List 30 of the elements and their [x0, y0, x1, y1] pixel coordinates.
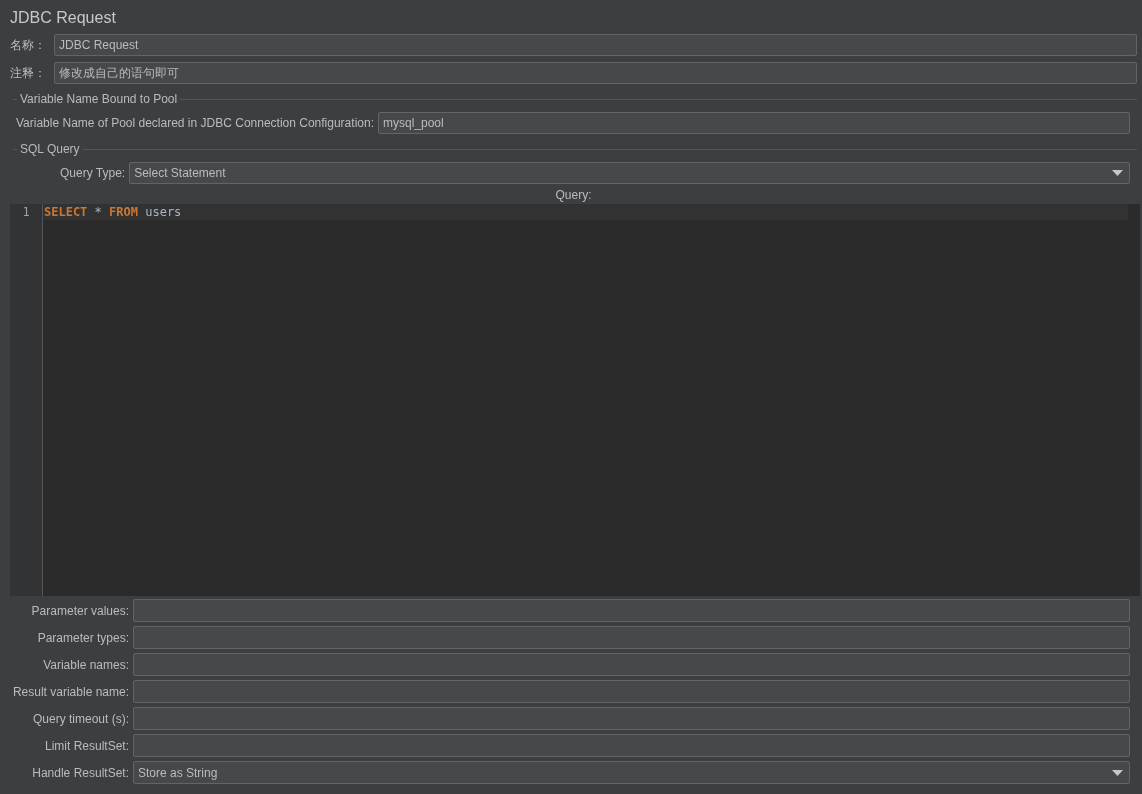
- field-label: 注释：: [10, 66, 47, 80]
- field-label: Variable Name of Pool declared in JDBC Connection Configuration:: [16, 116, 374, 130]
- field-label: Parameter types:: [36, 630, 129, 645]
- text-field[interactable]: [133, 680, 1130, 703]
- text-field[interactable]: [133, 734, 1130, 757]
- field-label: Handle ResultSet:: [31, 765, 129, 780]
- text-field[interactable]: [133, 653, 1130, 676]
- field-label: 名称：: [10, 38, 47, 52]
- field-label: Variable names:: [42, 657, 129, 672]
- field-label: Limit ResultSet:: [43, 738, 129, 753]
- comment-field[interactable]: 修改成自己的语句即可: [54, 62, 1137, 84]
- handle-resultset-dropdown[interactable]: Store as String: [133, 761, 1130, 784]
- dropdown-arrow-icon: [1112, 769, 1123, 776]
- name-field[interactable]: JDBC Request: [54, 34, 1137, 56]
- field-label: Parameter values:: [30, 603, 129, 618]
- dropdown-arrow-icon: [1112, 170, 1123, 176]
- text-field[interactable]: [133, 707, 1130, 730]
- panel-title: JDBC Request: [10, 8, 117, 28]
- text-field[interactable]: [133, 626, 1130, 649]
- line-number: 1: [22, 204, 30, 220]
- query-type-dropdown[interactable]: Select Statement: [129, 162, 1130, 184]
- field-label: Query timeout (s):: [31, 711, 129, 726]
- field-label: Query Type:: [60, 166, 126, 180]
- query-label: Query:: [555, 188, 592, 202]
- text-field[interactable]: [133, 599, 1130, 622]
- section-title: Variable Name Bound to Pool: [20, 92, 178, 106]
- section-title: SQL Query: [20, 142, 80, 156]
- code-editor[interactable]: 1 SELECT * FROM users: [10, 204, 1140, 596]
- field-label: Result variable name:: [11, 684, 129, 699]
- pool-name-field[interactable]: mysql_pool: [378, 112, 1130, 134]
